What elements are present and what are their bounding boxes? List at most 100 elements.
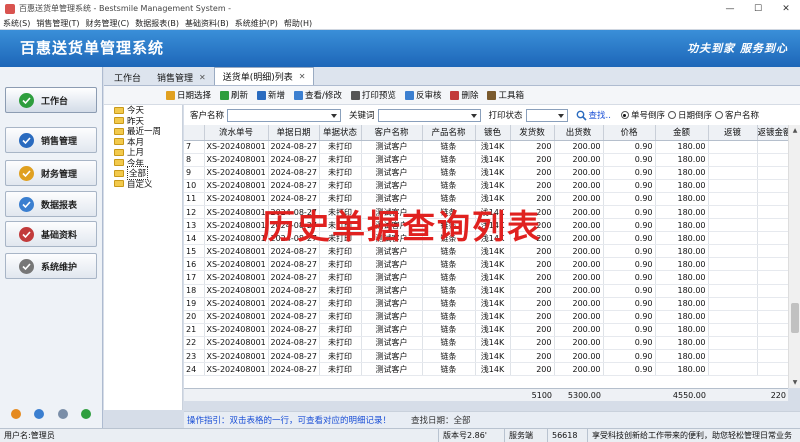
home-icon[interactable] xyxy=(10,409,21,419)
nav-button-2[interactable]: 销售管理 xyxy=(5,127,97,153)
print-status-select[interactable] xyxy=(525,108,568,122)
tab-3[interactable]: 送货单(明细)列表 ✕ xyxy=(213,67,315,85)
table-cell: 链条 xyxy=(422,362,476,377)
close-icon[interactable]: ✕ xyxy=(772,4,800,14)
customer-select[interactable] xyxy=(227,108,342,122)
column-header[interactable]: 流水单号 xyxy=(204,125,269,141)
sort-radio[interactable]: 日期倒序 xyxy=(667,109,712,121)
table-cell: 200.00 xyxy=(554,140,604,154)
table-cell xyxy=(708,192,758,206)
sort-radio[interactable]: 客户名称 xyxy=(714,109,759,121)
scroll-thumb[interactable] xyxy=(791,303,799,333)
close-icon[interactable]: ✕ xyxy=(299,72,306,81)
toolbar-button-4[interactable]: 查看/修改 xyxy=(294,89,342,101)
table-cell: 200.00 xyxy=(554,297,604,311)
keyword-label: 关键词 xyxy=(349,111,375,121)
check-circle-icon xyxy=(18,92,35,109)
grid-header-row: 流水单号单据日期单据状态客户名称产品名称镀色发货数出货数价格金额返镀返镀金额 xyxy=(184,125,788,141)
detail-grid[interactable]: 流水单号单据日期单据状态客户名称产品名称镀色发货数出货数价格金额返镀返镀金额 7… xyxy=(184,125,788,388)
column-header[interactable]: 镀色 xyxy=(475,125,511,141)
column-header[interactable]: 返镀 xyxy=(708,125,758,141)
menu-item[interactable]: 帮助(H) xyxy=(281,17,315,29)
info-icon[interactable] xyxy=(34,409,45,419)
toolbar-button-6[interactable]: 反审核 xyxy=(404,89,441,101)
table-row[interactable]: 10 XS-202408001 2024-08-27 未打印 测试客户 链条 浅14K 200… xyxy=(184,179,788,193)
table-cell: 链条 xyxy=(422,153,476,167)
tab-1[interactable]: 工作台 xyxy=(106,69,149,85)
toolbar-button-1[interactable]: 日期选择 xyxy=(166,89,211,101)
table-cell: 2024-08-27 xyxy=(268,349,320,364)
table-row[interactable]: 24 XS-202408001 2024-08-27 未打印 测试客户 链条 浅14K 200… xyxy=(184,362,788,377)
table-row[interactable]: 21 XS-202408001 2024-08-27 未打印 测试客户 链条 浅14K 200… xyxy=(184,323,788,337)
table-cell: 200.00 xyxy=(554,192,604,206)
nav-button-5[interactable]: 基础资料 xyxy=(5,221,97,247)
nav-button-1[interactable]: 工作台 xyxy=(5,87,97,113)
scroll-down-icon[interactable]: ▼ xyxy=(789,377,800,388)
nav-button-6[interactable]: 系统维护 xyxy=(5,253,97,279)
table-cell: 测试客户 xyxy=(361,284,423,298)
search-button[interactable]: 查找.. xyxy=(576,109,611,121)
status-port: 56618 xyxy=(547,428,587,442)
table-row[interactable]: 22 XS-202408001 2024-08-27 未打印 测试客户 链条 浅14K 200… xyxy=(184,336,788,351)
toolbar-button-7[interactable]: 删除 xyxy=(450,89,478,101)
table-row[interactable]: 8 XS-202408001 2024-08-27 未打印 测试客户 链条 浅14K 200 2… xyxy=(184,153,788,167)
toolbar-button-5[interactable]: 打印预览 xyxy=(350,89,396,101)
column-header[interactable]: 出货数 xyxy=(554,125,604,141)
menu-item[interactable]: 系统维护(P) xyxy=(232,17,281,29)
column-header[interactable]: 价格 xyxy=(603,125,656,141)
radio-dot[interactable] xyxy=(714,111,723,119)
sort-radio[interactable]: 单号倒序 xyxy=(620,109,665,121)
table-row[interactable]: 23 XS-202408001 2024-08-27 未打印 测试客户 链条 浅14K 200… xyxy=(184,349,788,364)
column-header[interactable]: 单据状态 xyxy=(319,125,362,141)
column-header[interactable]: 发货数 xyxy=(510,125,555,141)
toolbar-button-3[interactable]: 新增 xyxy=(257,89,285,101)
toolbar-button-8[interactable]: 工具箱 xyxy=(487,89,524,101)
table-cell: 链条 xyxy=(422,323,476,337)
table-cell: 7 xyxy=(184,140,205,154)
column-header[interactable]: 金额 xyxy=(655,125,709,141)
table-row[interactable]: 16 XS-202408001 2024-08-27 未打印 测试客户 链条 浅14K 200… xyxy=(184,257,788,272)
radio-dot[interactable] xyxy=(620,111,629,119)
table-cell xyxy=(757,140,788,154)
table-row[interactable]: 19 XS-202408001 2024-08-27 未打印 测试客户 链条 浅14K 200… xyxy=(184,297,788,311)
keyword-select[interactable] xyxy=(377,108,481,122)
minimize-icon[interactable]: — xyxy=(716,4,744,14)
total-cell xyxy=(361,389,422,402)
tree-item[interactable]: 自定义 xyxy=(114,179,161,190)
table-row[interactable]: 17 XS-202408001 2024-08-27 未打印 测试客户 链条 浅14K 200… xyxy=(184,270,788,285)
grid-vertical-scrollbar[interactable]: ▲ ▼ xyxy=(788,125,800,388)
scroll-up-icon[interactable]: ▲ xyxy=(789,125,800,136)
radio-dot[interactable] xyxy=(667,111,676,119)
table-row[interactable]: 20 XS-202408001 2024-08-27 未打印 测试客户 链条 浅14K 200… xyxy=(184,310,788,324)
toolbar-button-2[interactable]: 刷新 xyxy=(220,89,248,101)
table-cell xyxy=(757,336,788,351)
column-header[interactable]: 单据日期 xyxy=(268,125,320,141)
menu-item[interactable]: 数据报表(B) xyxy=(132,17,182,29)
close-icon[interactable]: ✕ xyxy=(199,73,206,82)
column-header[interactable] xyxy=(184,125,205,141)
menu-item[interactable]: 基础资料(B) xyxy=(182,17,232,29)
table-row[interactable]: 18 XS-202408001 2024-08-27 未打印 测试客户 链条 浅14K 200… xyxy=(184,284,788,298)
calc-icon[interactable] xyxy=(57,409,68,419)
menu-item[interactable]: 销售管理(T) xyxy=(33,17,82,29)
tab-2[interactable]: 销售管理 ✕ xyxy=(149,69,214,85)
folder-icon xyxy=(114,138,124,146)
nav-button-3[interactable]: 财务管理 xyxy=(5,160,97,186)
power-icon[interactable] xyxy=(81,409,92,419)
maximize-icon[interactable]: ☐ xyxy=(744,4,772,14)
nav-button-4[interactable]: 数据报表 xyxy=(5,191,97,217)
column-header[interactable]: 返镀金额 xyxy=(757,125,788,141)
status-user: 用户名:管理员 xyxy=(4,430,55,440)
table-row[interactable]: 7 XS-202408001 2024-08-27 未打印 测试客户 链条 浅14K 200 2… xyxy=(184,140,788,154)
table-cell: XS-202408001 xyxy=(204,192,269,206)
app-banner: 百惠送货单管理系统 功夫到家 服务到心 xyxy=(0,30,800,67)
column-header[interactable]: 客户名称 xyxy=(361,125,423,141)
table-row[interactable]: 9 XS-202408001 2024-08-27 未打印 测试客户 链条 浅14K 200 2… xyxy=(184,166,788,180)
menu-item[interactable]: 系统(S) xyxy=(0,17,33,29)
table-cell: 测试客户 xyxy=(361,323,423,337)
window-titlebar: 百惠送货单管理系统 - Bestsmile Management System … xyxy=(0,0,800,17)
total-cell xyxy=(319,389,361,402)
menu-item[interactable]: 财务管理(C) xyxy=(82,17,132,29)
table-cell: 未打印 xyxy=(319,310,362,324)
column-header[interactable]: 产品名称 xyxy=(422,125,476,141)
